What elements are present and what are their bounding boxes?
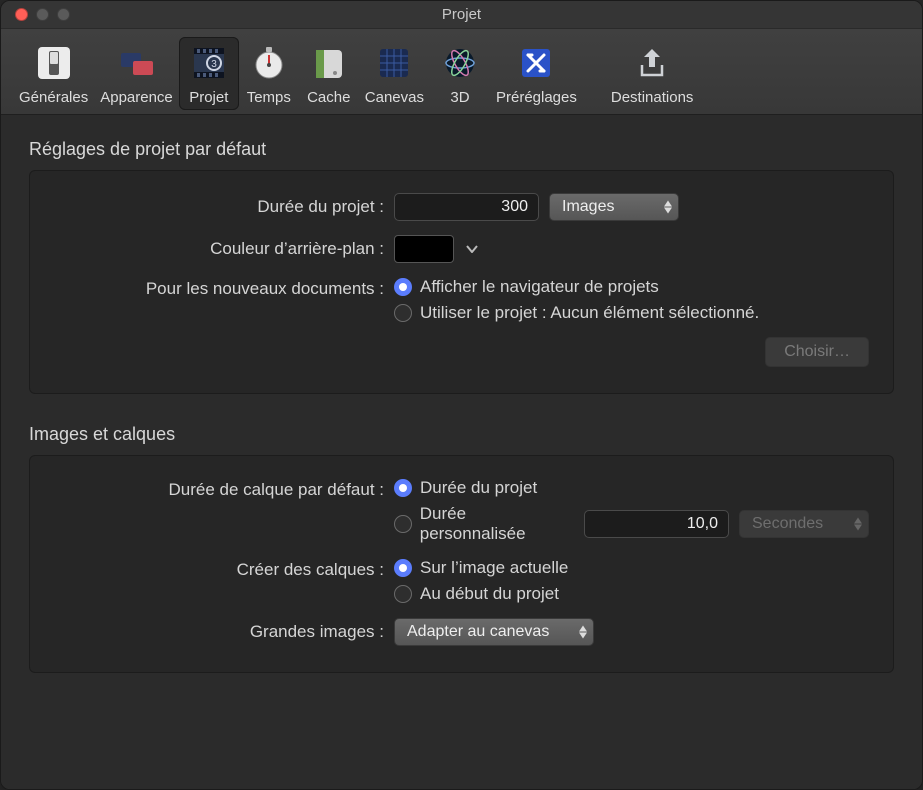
tab-label: Générales [19,89,88,106]
tab-prereglages[interactable]: Préréglages [490,37,583,110]
content-area: Réglages de projet par défaut Durée du p… [1,115,922,789]
select-value: Secondes [752,515,823,533]
radio-label: Utiliser le projet : Aucun élément sélec… [420,303,759,323]
radio-label: Durée personnalisée [420,504,574,544]
switch-icon [30,39,78,87]
film-icon: 3 [185,39,233,87]
createlayers-radio-start[interactable]: Au début du projet [394,584,869,604]
preferences-toolbar: Générales Apparence 3 Proje [1,29,922,115]
presets-icon [512,39,560,87]
canvas-icon [370,39,418,87]
select-value: Adapter au canevas [407,623,549,641]
panel-images-layers: Durée de calque par défaut : Durée du pr… [29,455,894,673]
disk-icon [305,39,353,87]
radio-label: Sur l’image actuelle [420,558,568,578]
tab-label: 3D [450,89,469,106]
sphere-3d-icon [436,39,484,87]
tab-label: Projet [189,89,228,106]
project-duration-field[interactable] [394,193,539,221]
bgcolor-well[interactable] [394,235,454,263]
tab-label: Temps [247,89,291,106]
newdocs-radio-useproject[interactable]: Utiliser le projet : Aucun élément sélec… [394,303,869,323]
radio-label: Au début du projet [420,584,559,604]
updown-icon [579,626,587,639]
chevron-down-icon[interactable] [464,241,480,257]
section-title-defaults: Réglages de projet par défaut [29,139,894,160]
tab-canevas[interactable]: Canevas [359,37,430,110]
bgcolor-label: Couleur d’arrière-plan : [54,239,384,259]
largeimages-label: Grandes images : [54,622,384,642]
project-duration-label: Durée du projet : [54,197,384,217]
window-title: Projet [1,6,922,23]
button-label: Choisir… [784,343,850,361]
svg-text:3: 3 [211,59,217,70]
layerduration-custom-field [584,510,729,538]
tab-label: Destinations [611,89,694,106]
preferences-window: Projet Générales Apparence [0,0,923,790]
updown-icon [854,518,862,531]
tab-label: Cache [307,89,350,106]
tab-generales[interactable]: Générales [13,37,94,110]
tab-label: Préréglages [496,89,577,106]
newdocs-radio-browser[interactable]: Afficher le navigateur de projets [394,277,869,297]
layerduration-custom-unit-select: Secondes [739,510,869,538]
createlayers-radio-current[interactable]: Sur l’image actuelle [394,558,869,578]
window-controls [15,8,70,21]
stopwatch-icon [245,39,293,87]
createlayers-label: Créer des calques : [54,558,384,580]
titlebar: Projet [1,1,922,29]
tab-apparence[interactable]: Apparence [94,37,179,110]
tab-label: Canevas [365,89,424,106]
radio-label: Afficher le navigateur de projets [420,277,659,297]
tab-destinations[interactable]: Destinations [605,37,700,110]
updown-icon [664,201,672,214]
select-value: Images [562,198,614,216]
section-title-images-layers: Images et calques [29,424,894,445]
largeimages-select[interactable]: Adapter au canevas [394,618,594,646]
layerduration-radio-project[interactable]: Durée du projet [394,478,869,498]
radio-label: Durée du projet [420,478,537,498]
appearance-icon [113,39,161,87]
minimize-window-button[interactable] [36,8,49,21]
tab-temps[interactable]: Temps [239,37,299,110]
layerduration-label: Durée de calque par défaut : [54,478,384,500]
tab-3d[interactable]: 3D [430,37,490,110]
close-window-button[interactable] [15,8,28,21]
choose-button[interactable]: Choisir… [765,337,869,367]
zoom-window-button[interactable] [57,8,70,21]
tab-cache[interactable]: Cache [299,37,359,110]
project-duration-unit-select[interactable]: Images [549,193,679,221]
tab-projet[interactable]: 3 Projet [179,37,239,110]
panel-project-defaults: Durée du projet : Images Couleur d’arriè… [29,170,894,394]
newdocs-label: Pour les nouveaux documents : [54,277,384,299]
share-icon [628,39,676,87]
layerduration-radio-custom[interactable]: Durée personnalisée [394,504,574,544]
tab-label: Apparence [100,89,173,106]
